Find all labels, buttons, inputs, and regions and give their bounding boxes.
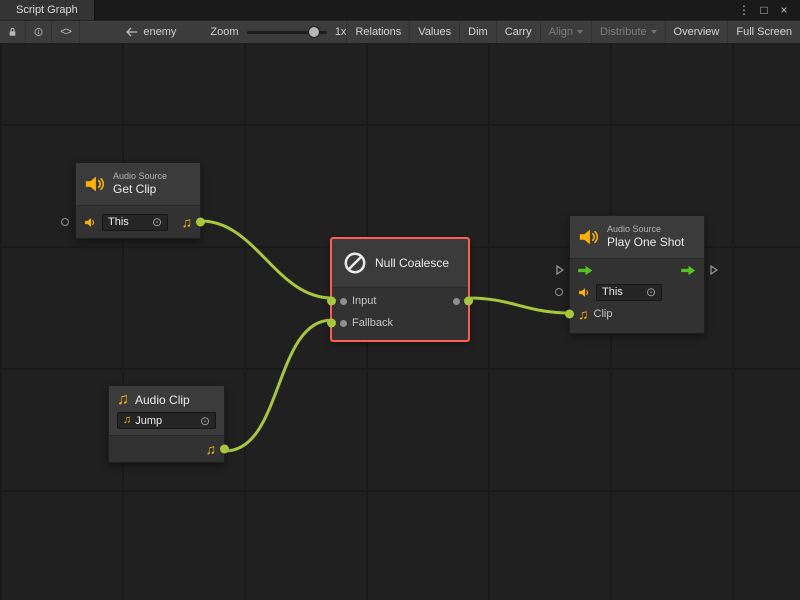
port-label: Input	[352, 295, 376, 307]
tab-label: Script Graph	[16, 4, 78, 16]
window-controls: ⋮ □ ×	[736, 0, 800, 20]
node-header: ♫ Audio Clip ♫ Jump ⊙	[109, 386, 224, 435]
object-picker-icon[interactable]: ⊙	[200, 415, 210, 427]
node-ports: This ⊙ ♫	[76, 205, 200, 238]
wire-audioclip-to-fallback[interactable]	[225, 320, 332, 451]
audio-clip-field[interactable]: ♫ Jump ⊙	[117, 412, 216, 429]
target-object-field[interactable]: This ⊙	[596, 284, 662, 301]
flow-out-arrow-icon[interactable]	[681, 265, 696, 276]
dim-button[interactable]: Dim	[459, 21, 496, 43]
node-ports: This ⊙ ♫ Clip	[570, 258, 704, 333]
unity-script-graph-window: Script Graph ⋮ □ × <>	[0, 0, 800, 600]
field-value: This	[108, 216, 148, 228]
result-port[interactable]	[453, 298, 460, 305]
caret-down-icon	[577, 30, 583, 34]
node-title: Audio Clip	[135, 393, 190, 408]
result-port-connection[interactable]	[464, 297, 473, 306]
overview-button[interactable]: Overview	[665, 21, 728, 43]
caret-down-icon	[651, 30, 657, 34]
clip-output-port[interactable]	[196, 218, 205, 227]
audio-source-icon	[578, 226, 600, 248]
clip-output-port[interactable]	[220, 445, 229, 454]
back-arrow-icon	[126, 27, 138, 37]
node-get-clip[interactable]: Audio Source Get Clip This ⊙ ♫	[75, 162, 201, 239]
node-title: Get Clip	[113, 182, 167, 197]
relations-button[interactable]: Relations	[346, 21, 409, 43]
field-value: Jump	[135, 415, 196, 427]
breadcrumb-label: enemy	[143, 26, 176, 38]
flow-output-port[interactable]	[710, 265, 718, 275]
input-port[interactable]	[340, 298, 347, 305]
null-coalesce-icon	[342, 250, 368, 276]
node-title: Null Coalesce	[375, 256, 449, 271]
target-input-port[interactable]	[555, 288, 563, 296]
field-value: This	[602, 286, 642, 298]
carry-button[interactable]: Carry	[496, 21, 540, 43]
audio-source-small-icon	[84, 216, 97, 229]
zoom-slider[interactable]	[247, 21, 327, 43]
node-header: Audio Source Play One Shot	[570, 216, 704, 258]
zoom-value: 1x	[335, 21, 347, 43]
lock-button[interactable]	[0, 21, 26, 43]
graph-toolbar: <> enemy Zoom 1x Relations Values Dim Ca…	[0, 20, 800, 44]
zoom-label: Zoom	[210, 21, 238, 43]
node-header: Audio Source Get Clip	[76, 163, 200, 205]
port-label: Fallback	[352, 317, 393, 329]
node-ports: Input Fallback	[332, 287, 468, 340]
node-header: Null Coalesce	[332, 239, 468, 287]
info-icon	[34, 25, 43, 39]
audio-clip-icon: ♫	[206, 442, 217, 456]
input-port-connection[interactable]	[327, 297, 336, 306]
node-category: Audio Source	[113, 171, 167, 182]
audio-source-small-icon	[578, 286, 591, 299]
flow-input-port[interactable]	[556, 265, 564, 275]
fullscreen-button[interactable]: Full Screen	[727, 21, 800, 43]
object-picker-icon[interactable]: ⊙	[646, 286, 656, 298]
port-label: Clip	[594, 308, 613, 320]
fallback-port[interactable]	[340, 320, 347, 327]
node-play-one-shot[interactable]: Audio Source Play One Shot	[569, 215, 705, 334]
tab-bar: Script Graph ⋮ □ ×	[0, 0, 800, 20]
lock-icon	[8, 25, 17, 39]
values-button[interactable]: Values	[409, 21, 459, 43]
audio-clip-icon: ♫	[578, 307, 589, 321]
wire-result-to-clip[interactable]	[469, 298, 570, 313]
audio-clip-icon: ♫	[117, 392, 129, 408]
flow-in-arrow-icon[interactable]	[578, 265, 593, 276]
graph-canvas[interactable]: Audio Source Get Clip This ⊙ ♫	[0, 44, 800, 600]
zoom-slider-handle[interactable]	[309, 27, 319, 37]
node-audio-clip[interactable]: ♫ Audio Clip ♫ Jump ⊙ ♫	[108, 385, 225, 463]
breadcrumb[interactable]: enemy	[126, 21, 176, 43]
distribute-button: Distribute	[591, 21, 664, 43]
edit-source-button[interactable]: <>	[52, 21, 80, 43]
audio-source-icon	[84, 173, 106, 195]
node-category: Audio Source	[607, 224, 684, 235]
window-menu-icon[interactable]: ⋮	[736, 2, 752, 18]
node-ports: ♫	[109, 435, 224, 462]
window-maximize-icon[interactable]: □	[756, 2, 772, 18]
align-button: Align	[540, 21, 591, 43]
target-input-port[interactable]	[61, 218, 69, 226]
window-close-icon[interactable]: ×	[776, 2, 792, 18]
wire-getclip-to-input[interactable]	[201, 221, 332, 298]
fallback-port-connection[interactable]	[327, 319, 336, 328]
audio-clip-icon: ♫	[182, 215, 193, 229]
info-button[interactable]	[26, 21, 52, 43]
tab-script-graph[interactable]: Script Graph	[0, 0, 95, 20]
clip-input-port[interactable]	[565, 310, 574, 319]
node-null-coalesce[interactable]: Null Coalesce Input Fallback	[331, 238, 469, 341]
toolbar-buttons: Relations Values Dim Carry Align Distrib…	[346, 21, 800, 43]
code-icon: <>	[60, 26, 71, 38]
node-title: Play One Shot	[607, 235, 684, 250]
audio-clip-small-icon: ♫	[123, 415, 131, 426]
object-picker-icon[interactable]: ⊙	[152, 216, 162, 228]
target-object-field[interactable]: This ⊙	[102, 214, 168, 231]
